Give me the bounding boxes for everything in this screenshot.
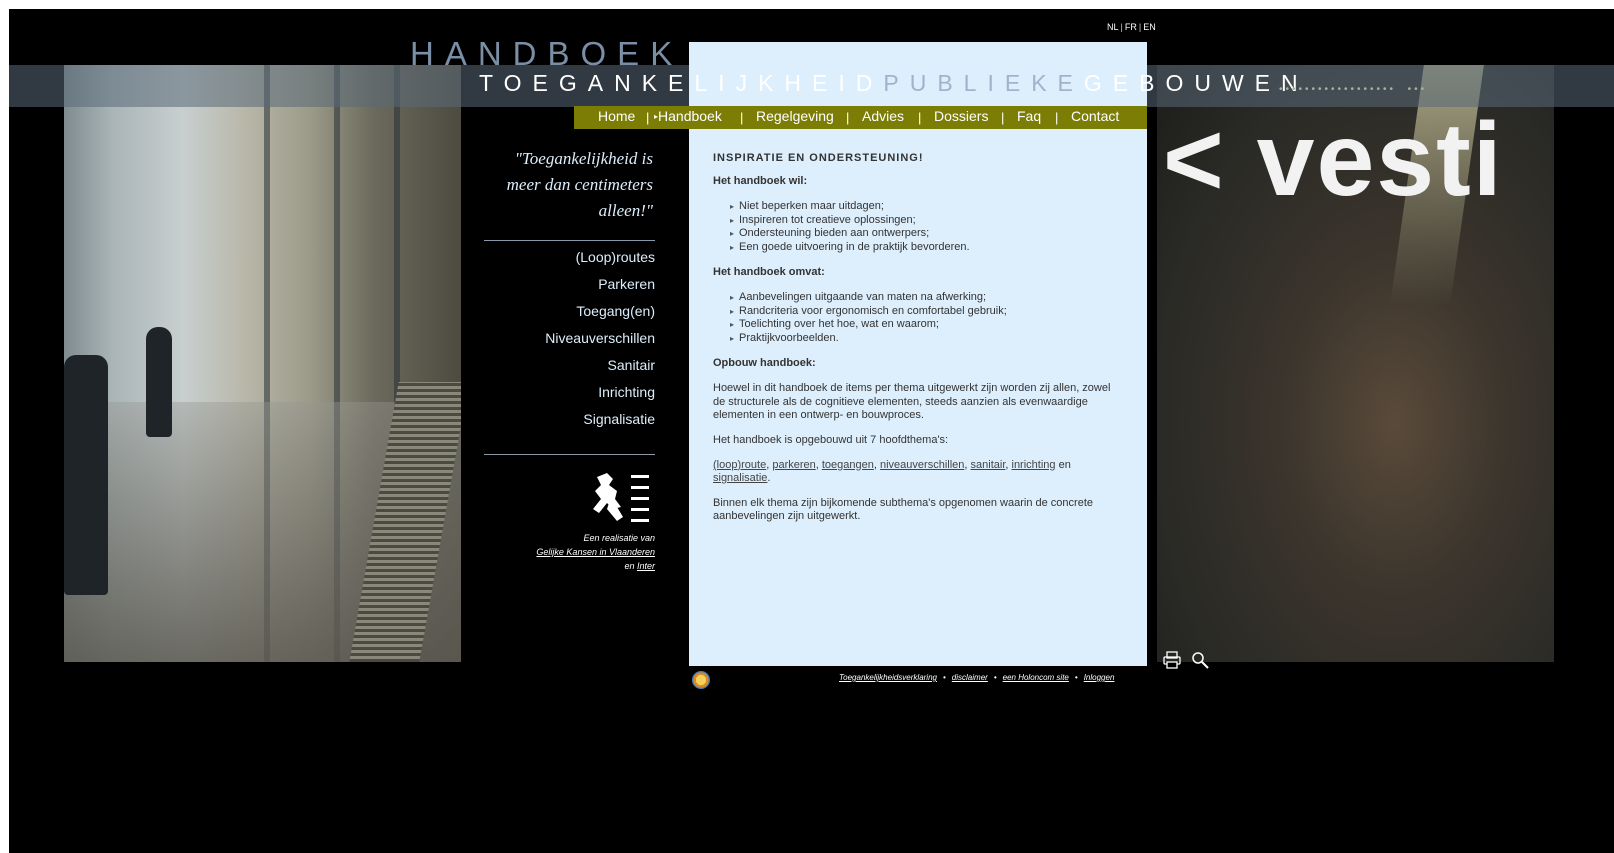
paragraph: Het handboek is opgebouwd uit 7 hoofdthe… [713,433,949,446]
decorative-dots: •••••••••••••••••• ••• [1279,84,1428,95]
list-item: Niet beperken maar uitdagen; [730,200,1123,214]
theme-link[interactable]: (loop)route [713,459,766,471]
main-nav: Home | ▸Handboek | Regelgeving | Advies … [574,106,1147,129]
theme-link[interactable]: parkeren [772,459,815,471]
nav-advies[interactable]: Advies [862,108,904,124]
section-title: Het handboek omvat: [713,265,825,278]
page-tools [1162,650,1214,675]
lang-en[interactable]: EN [1143,22,1156,32]
theme-link-toegangen[interactable]: Toegang(en) [479,303,655,330]
paragraph: Hoewel in dit handboek de items per them… [713,382,1111,422]
divider [484,240,655,241]
theme-link-inrichting[interactable]: Inrichting [479,384,655,411]
search-icon[interactable] [1190,650,1210,670]
title-word-1: TOEGANKELIJKHEID [479,70,884,96]
credits-and: en [624,561,635,571]
footer-link-login[interactable]: Inloggen [1084,673,1115,682]
theme-link[interactable]: toegangen [822,459,874,471]
list-item: Praktijkvoorbeelden. [730,332,1123,346]
list-item: Inspireren tot creatieve oplossingen; [730,214,1123,228]
theme-link-looproutes[interactable]: (Loop)routes [479,249,655,276]
goals-list: Niet beperken maar uitdagen; Inspireren … [713,200,1123,254]
main-content: INSPIRATIE EN ONDERSTEUNING! Het handboe… [713,152,1123,535]
theme-link-sanitair[interactable]: Sanitair [479,357,655,384]
nav-handboek[interactable]: ▸Handboek [654,108,722,124]
photo-left [64,65,461,662]
language-switcher: NL | FR | EN [1107,22,1156,32]
section-title: Opbouw handboek: [713,356,816,369]
theme-menu: (Loop)routes Parkeren Toegang(en) Niveau… [479,249,655,438]
vestiaire-sign-text: < vesti [1163,102,1504,218]
site-title-handboek: HANDBOEK [410,35,684,72]
site-title-main: TOEGANKELIJKHEIDPUBLIEKEGEBOUWEN [479,70,1309,97]
theme-link[interactable]: sanitair [971,459,1006,471]
page-frame: < vesti HANDBOEK TOEGANKELIJKHEIDPUBLIEK… [9,9,1614,853]
divider [484,454,655,455]
photo-right: < vesti [1157,65,1554,662]
nav-contact[interactable]: Contact [1071,108,1119,124]
section-title: Het handboek wil: [713,174,808,187]
theme-link[interactable]: niveauverschillen [880,459,964,471]
flemish-lion-logo [593,473,649,522]
list-item: Toelichting over het hoe, wat en waarom; [730,318,1123,332]
sidebar-quote: "Toegankelijkheid is meer dan centimeter… [506,149,653,220]
theme-link[interactable]: inrichting [1012,459,1056,471]
list-item: Een goede uitvoering in de praktijk bevo… [730,241,1123,255]
lang-nl[interactable]: NL [1107,22,1119,32]
footer-link-accessibility[interactable]: Toegankelijkheidsverklaring [839,673,937,682]
list-item: Aanbevelingen uitgaande van maten na afw… [730,291,1123,305]
nav-home[interactable]: Home [598,108,635,124]
print-icon[interactable] [1162,650,1182,670]
theme-link-parkeren[interactable]: Parkeren [479,276,655,303]
credits: Een realisatie van Gelijke Kansen in Vla… [479,531,655,573]
title-word-2: PUBLIEKE [883,70,1084,96]
footer-links: Toegankelijkheidsverklaring • disclaimer • e… [839,673,1115,682]
lang-fr[interactable]: FR [1125,22,1137,32]
title-word-3: GEBOUWEN [1083,70,1309,96]
nav-faq[interactable]: Faq [1017,108,1041,124]
footer-link-holoncom[interactable]: een Holoncom site [1003,673,1069,682]
list-item: Ondersteuning bieden aan ontwerpers; [730,227,1123,241]
credits-line: Een realisatie van [583,533,655,543]
footer-link-disclaimer[interactable]: disclaimer [952,673,988,682]
accessibility-label-icon[interactable] [692,671,710,689]
theme-link[interactable]: signalisatie [713,472,767,484]
scope-list: Aanbevelingen uitgaande van maten na afw… [713,291,1123,345]
nav-regelgeving[interactable]: Regelgeving [756,108,834,124]
theme-link-signalisatie[interactable]: Signalisatie [479,411,655,438]
nav-dossiers[interactable]: Dossiers [934,108,988,124]
content-heading: INSPIRATIE EN ONDERSTEUNING! [713,152,924,164]
list-item: Randcriteria voor ergonomisch en comfort… [730,305,1123,319]
credits-link-inter[interactable]: Inter [637,561,655,571]
paragraph: Binnen elk thema zijn bijkomende subthem… [713,496,1093,523]
credits-link-gkv[interactable]: Gelijke Kansen in Vlaanderen [536,547,655,557]
theme-links-paragraph: (loop)route, parkeren, toegangen, niveau… [713,458,1071,485]
theme-link-niveauverschillen[interactable]: Niveauverschillen [479,330,655,357]
